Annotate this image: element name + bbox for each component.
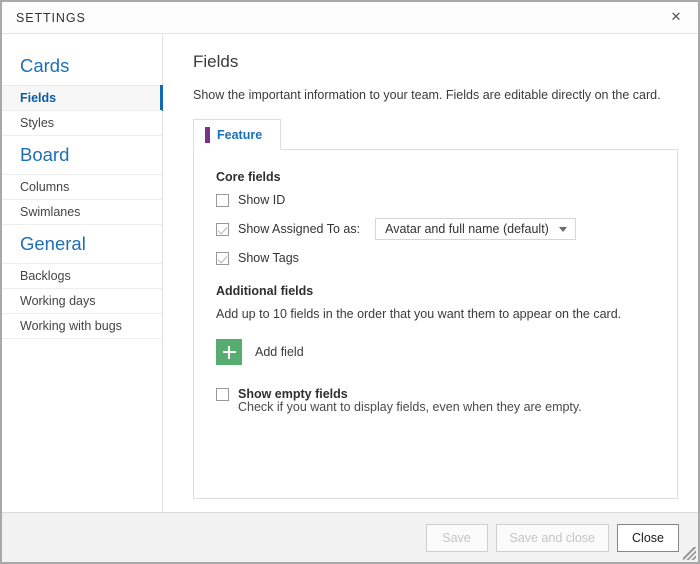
show-assigned-to-label: Show Assigned To as: xyxy=(238,222,361,236)
sidebar-item-label: Columns xyxy=(20,180,70,194)
chevron-down-icon xyxy=(558,226,567,232)
show-tags-row: Show Tags xyxy=(216,251,655,265)
dialog-footer: Save Save and close Close xyxy=(2,512,698,562)
tab-panel-feature: Core fields Show ID Show Assigned To as:… xyxy=(193,149,678,499)
show-empty-fields-row: Show empty fields xyxy=(216,387,655,401)
save-and-close-button[interactable]: Save and close xyxy=(495,523,609,552)
page-description: Show the important information to your t… xyxy=(193,88,661,102)
dialog-body: Cards Fields Styles Board Columns Swimla… xyxy=(2,34,698,512)
save-button[interactable]: Save xyxy=(425,523,488,552)
show-id-checkbox[interactable] xyxy=(216,193,229,207)
sidebar-item-working-with-bugs[interactable]: Working with bugs xyxy=(2,313,162,339)
sidebar-item-label: Working days xyxy=(20,294,96,308)
settings-sidebar: Cards Fields Styles Board Columns Swimla… xyxy=(2,34,163,512)
add-field-label: Add field xyxy=(255,345,304,359)
sidebar-item-columns[interactable]: Columns xyxy=(2,174,162,200)
tab-accent-bar xyxy=(205,126,210,143)
sidebar-item-working-days[interactable]: Working days xyxy=(2,288,162,314)
sidebar-item-backlogs[interactable]: Backlogs xyxy=(2,263,162,289)
sidebar-item-label: Fields xyxy=(20,91,57,105)
title-bar: SETTINGS ✕ xyxy=(2,2,698,34)
settings-content: Fields Show the important information to… xyxy=(163,34,698,512)
settings-dialog: SETTINGS ✕ Cards Fields Styles Board Col… xyxy=(0,0,700,564)
additional-fields-description: Add up to 10 fields in the order that yo… xyxy=(216,307,622,321)
add-field-row: Add field xyxy=(216,339,655,365)
show-assigned-to-checkbox[interactable] xyxy=(216,222,229,236)
sidebar-group-title-board: Board xyxy=(20,144,70,165)
assigned-to-display-select[interactable]: Avatar and full name (default) xyxy=(375,218,576,240)
assigned-to-display-value: Avatar and full name (default) xyxy=(385,222,549,236)
show-id-label: Show ID xyxy=(238,193,286,207)
additional-fields-heading: Additional fields xyxy=(216,284,314,298)
sidebar-item-label: Styles xyxy=(20,116,55,130)
sidebar-group-title-general: General xyxy=(20,233,86,254)
show-tags-checkbox[interactable] xyxy=(216,251,229,265)
show-empty-fields-checkbox[interactable] xyxy=(216,387,229,401)
sidebar-item-swimlanes[interactable]: Swimlanes xyxy=(2,199,162,225)
core-fields-heading: Core fields xyxy=(216,170,281,184)
tab-strip: Feature xyxy=(193,119,678,150)
sidebar-item-fields[interactable]: Fields xyxy=(2,85,163,111)
add-field-button[interactable] xyxy=(216,339,242,365)
show-empty-fields-label: Show empty fields xyxy=(238,387,348,401)
close-button[interactable]: Close xyxy=(617,523,679,552)
sidebar-group-title-cards: Cards xyxy=(20,55,70,76)
window-title: SETTINGS xyxy=(16,10,86,25)
sidebar-item-label: Backlogs xyxy=(20,269,71,283)
sidebar-item-label: Swimlanes xyxy=(20,205,81,219)
tab-label: Feature xyxy=(217,127,263,142)
page-title: Fields xyxy=(193,52,239,71)
sidebar-item-styles[interactable]: Styles xyxy=(2,110,162,136)
close-icon[interactable]: ✕ xyxy=(654,2,698,32)
show-tags-label: Show Tags xyxy=(238,251,299,265)
show-id-row: Show ID xyxy=(216,193,655,207)
plus-icon xyxy=(222,345,236,359)
tab-feature[interactable]: Feature xyxy=(193,119,282,150)
show-assigned-to-row: Show Assigned To as: Avatar and full nam… xyxy=(216,218,655,240)
sidebar-item-label: Working with bugs xyxy=(20,319,122,333)
resize-grip-icon[interactable] xyxy=(683,547,696,560)
show-empty-fields-description: Check if you want to display fields, eve… xyxy=(238,400,582,414)
